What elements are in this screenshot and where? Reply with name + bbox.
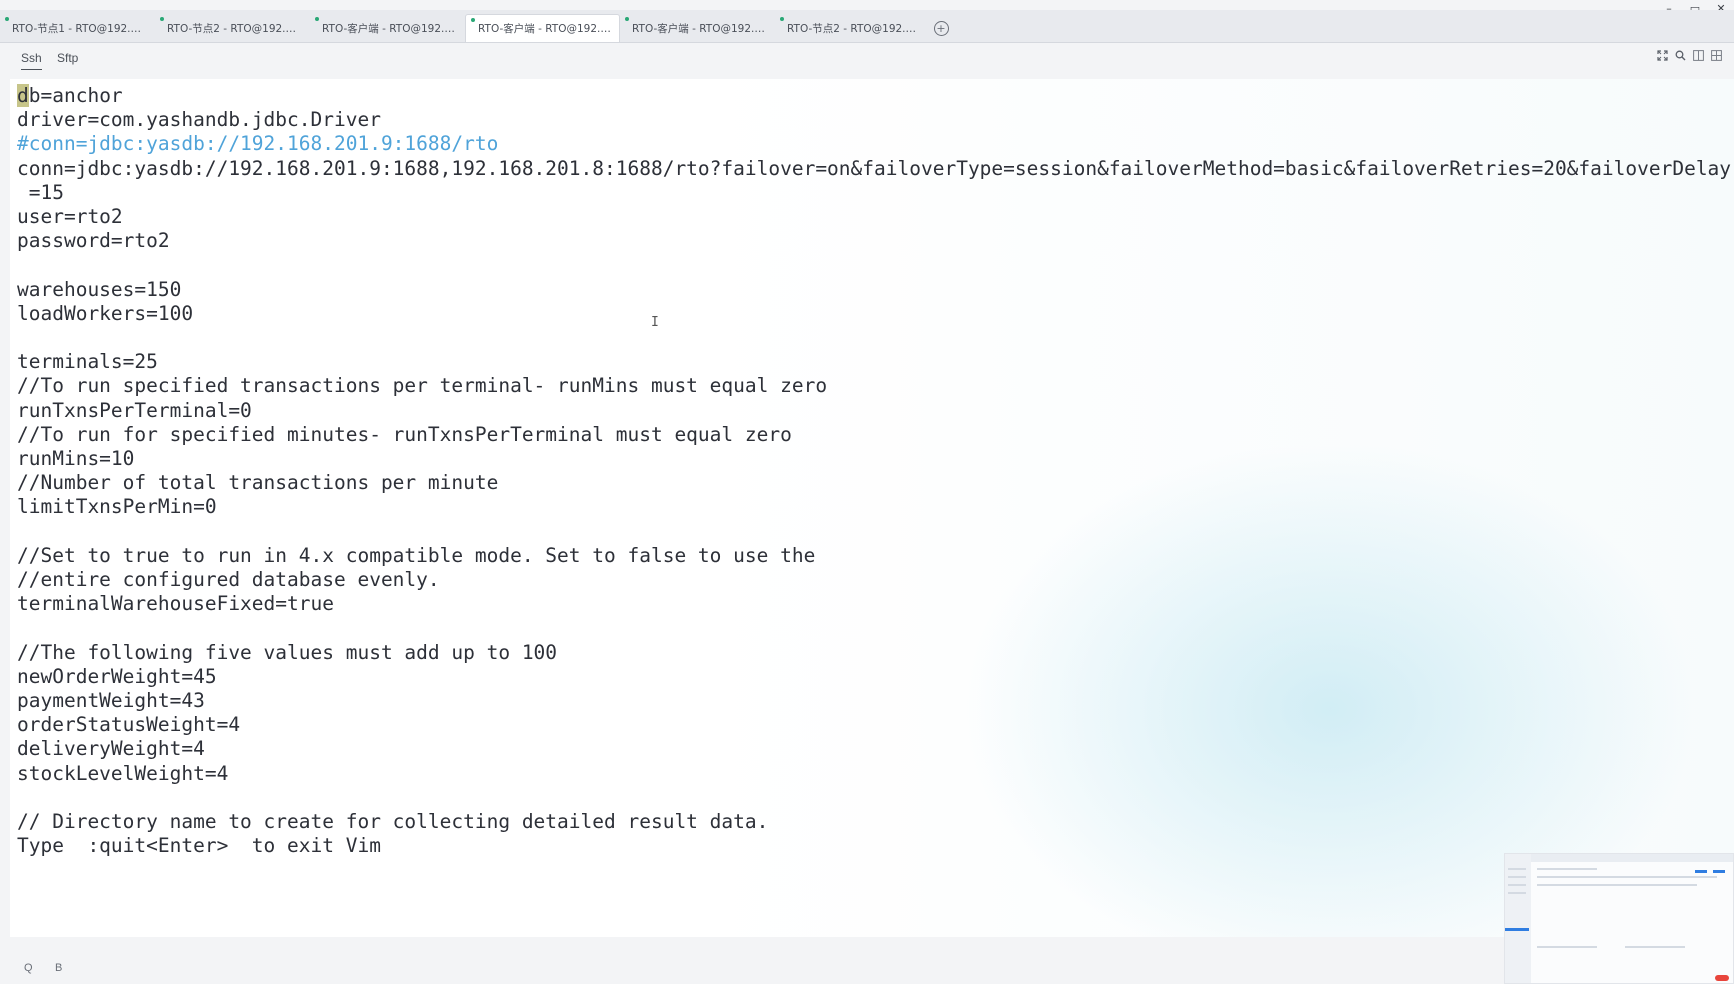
terminal-line: Type :quit<Enter> to exit Vim (17, 834, 381, 858)
terminal-line: db=anchor (17, 83, 123, 109)
plus-circle-icon: + (933, 20, 949, 36)
thumbnail-row (1537, 876, 1717, 878)
ssh-client-window: – ▭ ✕ RTO-节点1 - RTO@192.168.201.8:22 RTO… (0, 0, 1734, 984)
thumbnail-header (1531, 854, 1733, 862)
thumbnail-row (1537, 946, 1597, 948)
connected-dot-icon (160, 17, 164, 21)
terminal-line: //entire configured database evenly. (17, 568, 440, 591)
terminal-line: paymentWeight=43 (17, 689, 205, 712)
thumbnail-accent (1713, 870, 1725, 873)
new-tab-button[interactable]: + (930, 14, 952, 42)
tab-label: RTO-客户端 - RTO@192.168.201.1... (632, 22, 767, 35)
search-icon[interactable] (1674, 49, 1686, 61)
terminal-line: runTxnsPerTerminal=0 (17, 398, 252, 422)
terminal-line: =15 (17, 180, 64, 204)
status-item-b[interactable]: B (55, 962, 62, 974)
toolbar-icons (1656, 49, 1722, 61)
terminal-line: newOrderWeight=45 (17, 664, 217, 688)
terminal-line: user=rto2 (17, 205, 123, 228)
split-grid-icon[interactable] (1710, 49, 1722, 61)
thumbnail-row (1508, 868, 1526, 870)
status-bar: Q B (0, 937, 1734, 984)
thumbnail-row (1508, 892, 1526, 894)
tab-session-4-active[interactable]: RTO-客户端 - RTO@192.168.201.1... (465, 14, 620, 42)
tab-session-6[interactable]: RTO-节点2 - RTO@192.168.201.9:22 (775, 14, 930, 42)
thumbnail-row (1625, 946, 1685, 948)
text-cursor-ibeam-icon: I (651, 315, 659, 330)
thumbnail-accent (1505, 928, 1529, 931)
thumbnail-record-indicator (1715, 975, 1729, 981)
terminal-line: terminalWarehouseFixed=true (17, 592, 334, 616)
terminal-line: orderStatusWeight=4 (17, 713, 241, 737)
tab-session-3[interactable]: RTO-客户端 - RTO@192.168.201.1... (310, 14, 465, 42)
tab-sftp[interactable]: Sftp (57, 51, 78, 69)
connected-dot-icon (625, 17, 629, 21)
tab-label: RTO-节点2 - RTO@192.168.201.9:22 (787, 22, 922, 35)
terminal-line: #conn=jdbc:yasdb://192.168.201.9:1688/rt… (17, 132, 499, 156)
session-toolbar: Ssh Sftp (0, 43, 1734, 79)
tab-ssh[interactable]: Ssh (21, 51, 42, 70)
terminal-line: runMins=10 (17, 447, 135, 470)
connected-dot-icon (315, 17, 319, 21)
tab-session-5[interactable]: RTO-客户端 - RTO@192.168.201.1... (620, 14, 775, 42)
terminal-line: driver=com.yashandb.jdbc.Driver (17, 108, 381, 132)
thumbnail-accent (1695, 870, 1707, 873)
terminal-line: //To run specified transactions per term… (17, 374, 828, 398)
terminal-line: // Directory name to create for collecti… (17, 810, 769, 833)
terminal-line: conn=jdbc:yasdb://192.168.201.9:1688,192… (17, 156, 1732, 180)
connected-dot-icon (780, 17, 784, 21)
session-tab-bar: RTO-节点1 - RTO@192.168.201.8:22 RTO-节点2 -… (0, 10, 1734, 43)
terminal-line: //Number of total transactions per minut… (17, 471, 499, 495)
thumbnail-row (1537, 884, 1697, 886)
thumbnail-row (1537, 868, 1597, 870)
terminal-line: terminals=25 (17, 350, 158, 374)
connected-dot-icon (5, 17, 9, 21)
status-item-q[interactable]: Q (24, 962, 33, 974)
terminal-line: deliveryWeight=4 (17, 737, 205, 761)
fullscreen-icon[interactable] (1656, 49, 1668, 61)
terminal-output[interactable]: I db=anchor driver=com.yashandb.jdbc.Driv… (10, 79, 1734, 937)
tab-label: RTO-节点1 - RTO@192.168.201.8:22 (12, 22, 147, 35)
tab-label: RTO-客户端 - RTO@192.168.201.1... (478, 23, 611, 35)
thumbnail-row (1508, 884, 1526, 886)
screen-share-thumbnail[interactable] (1504, 853, 1734, 984)
terminal-line: loadWorkers=100 (17, 301, 194, 325)
terminal-line: //The following five values must add up … (17, 640, 558, 664)
tab-label: RTO-客户端 - RTO@192.168.201.1... (322, 22, 457, 35)
terminal-line: //Set to true to run in 4.x compatible m… (17, 543, 816, 567)
terminal-line: warehouses=150 (17, 277, 182, 301)
terminal-line: stockLevelWeight=4 (17, 761, 229, 785)
terminal-line: limitTxnsPerMin=0 (17, 495, 217, 519)
thumbnail-sidebar (1505, 854, 1531, 983)
terminal-cursor: d (17, 84, 29, 107)
tab-session-2[interactable]: RTO-节点2 - RTO@192.168.201.9:22 (155, 14, 310, 42)
terminal-line: password=rto2 (17, 229, 170, 253)
thumbnail-row (1508, 876, 1526, 878)
connected-dot-icon (471, 18, 475, 22)
split-vertical-icon[interactable] (1692, 49, 1704, 61)
tab-label: RTO-节点2 - RTO@192.168.201.9:22 (167, 22, 302, 35)
terminal-line-text: b=anchor (28, 84, 123, 107)
terminal-line: //To run for specified minutes- runTxnsP… (17, 422, 792, 446)
tab-session-1[interactable]: RTO-节点1 - RTO@192.168.201.8:22 (0, 14, 155, 42)
